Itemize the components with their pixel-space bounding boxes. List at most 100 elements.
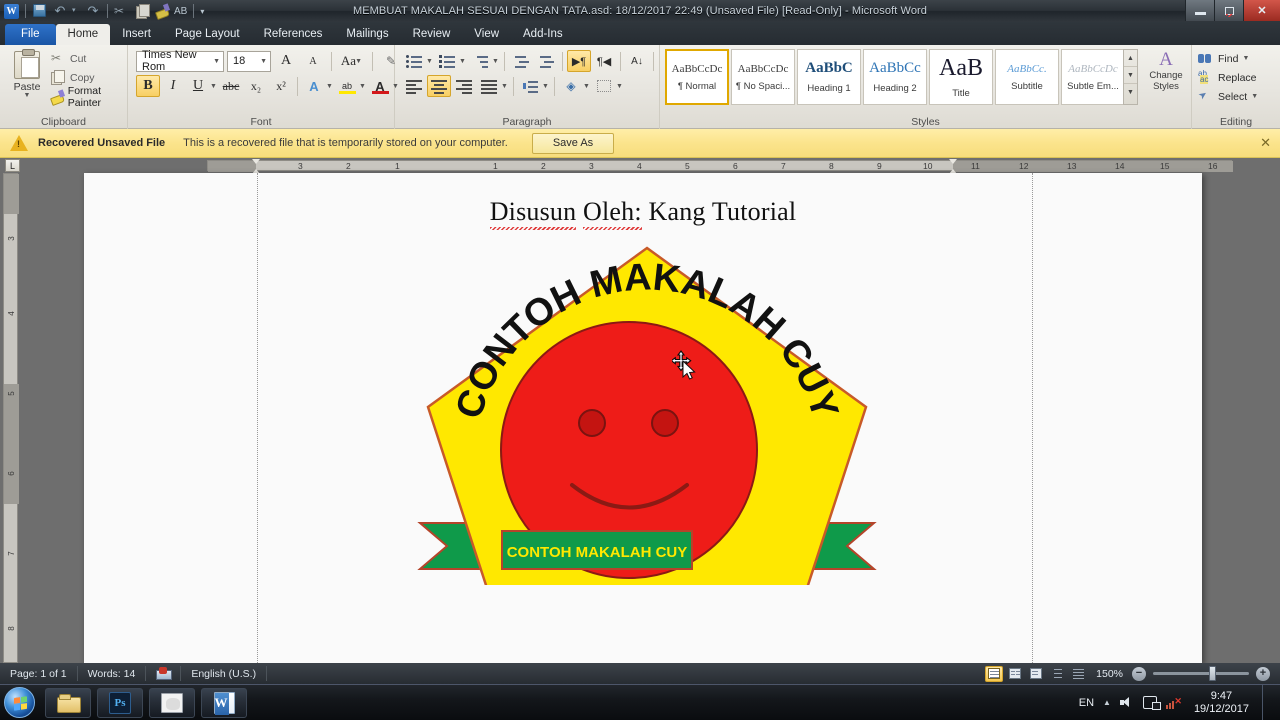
tab-add-ins[interactable]: Add-Ins	[511, 24, 575, 45]
ribbon-tabs[interactable]: File Home Insert Page Layout References …	[0, 22, 1280, 45]
left-indent-marker[interactable]	[252, 159, 261, 174]
decrease-indent-button[interactable]	[509, 50, 533, 72]
chevron-down-icon[interactable]: ▼	[491, 58, 500, 65]
tab-view[interactable]: View	[462, 24, 511, 45]
start-button[interactable]	[4, 687, 35, 718]
rtl-text-direction-button[interactable]: ¶◀	[592, 50, 616, 72]
zoom-in-button[interactable]: +	[1256, 666, 1270, 681]
close-button[interactable]: ✕	[1243, 0, 1280, 21]
web-layout-view-button[interactable]	[1027, 666, 1045, 682]
styles-more-icon[interactable]: ▼	[1124, 84, 1137, 101]
restore-button[interactable]	[1214, 0, 1243, 21]
styles-scroll-down-icon[interactable]: ▼	[1124, 67, 1137, 84]
chevron-down-icon[interactable]: ▼	[358, 83, 367, 90]
change-case-button[interactable]: Aa ▼	[338, 50, 366, 72]
highlight-button[interactable]: ab	[335, 75, 359, 97]
taskbar-item-photoshop[interactable]: Ps	[97, 687, 143, 718]
chevron-down-icon[interactable]: ▼	[582, 83, 591, 90]
increase-indent-button[interactable]	[534, 50, 558, 72]
style-title[interactable]: AaB Title	[929, 49, 993, 105]
numbering-button[interactable]	[435, 50, 459, 72]
line-spacing-button[interactable]	[518, 75, 542, 97]
ltr-text-direction-button[interactable]: ▶¶	[567, 50, 591, 72]
text-effects-button[interactable]: A	[302, 75, 326, 97]
find-button[interactable]: Find ▼	[1192, 49, 1258, 68]
style-subtitle[interactable]: AaBbCc. Subtitle	[995, 49, 1059, 105]
zoom-slider[interactable]	[1153, 666, 1249, 681]
font-color-button[interactable]: A	[368, 75, 392, 97]
status-proofing[interactable]	[146, 666, 182, 681]
tab-stop-selector[interactable]: L	[5, 159, 20, 172]
status-page[interactable]: Page: 1 of 1	[0, 666, 78, 681]
language-indicator[interactable]: EN	[1079, 697, 1094, 709]
change-styles-button[interactable]: A Change Styles	[1144, 49, 1188, 92]
style-no-spacing[interactable]: AaBbCcDc ¶ No Spaci...	[731, 49, 795, 105]
network-icon[interactable]	[1142, 696, 1161, 710]
vertical-ruler[interactable]: 3 4 5 6 7 8	[3, 173, 19, 663]
subscript-button[interactable]: x₂	[244, 75, 268, 97]
status-word-count[interactable]: Words: 14	[78, 666, 147, 681]
font-size-combo[interactable]: 18 ▼	[227, 50, 271, 72]
chevron-down-icon[interactable]: ▼	[207, 58, 220, 65]
shrink-font-button[interactable]: A	[301, 50, 325, 72]
chevron-down-icon[interactable]: ▼	[325, 83, 334, 90]
chevron-down-icon[interactable]: ▼	[354, 58, 363, 65]
tab-references[interactable]: References	[252, 24, 335, 45]
style-heading-1[interactable]: AaBbC Heading 1	[797, 49, 861, 105]
tab-home[interactable]: Home	[55, 24, 111, 45]
italic-button[interactable]: I	[161, 75, 185, 97]
sort-button[interactable]: A↓	[625, 50, 649, 72]
tab-insert[interactable]: Insert	[110, 24, 163, 45]
replace-button[interactable]: Replace	[1192, 68, 1258, 87]
style-subtle-emphasis[interactable]: AaBbCcDc Subtle Em...	[1061, 49, 1125, 105]
zoom-slider-thumb[interactable]	[1209, 666, 1216, 681]
show-hidden-icons-icon[interactable]: ▲	[1103, 698, 1111, 707]
minimize-button[interactable]	[1185, 0, 1214, 21]
close-message-bar-icon[interactable]: ✕	[1260, 135, 1271, 151]
tab-mailings[interactable]: Mailings	[334, 24, 400, 45]
tab-review[interactable]: Review	[401, 24, 463, 45]
zoom-level[interactable]: 150%	[1090, 668, 1129, 680]
style-heading-2[interactable]: AaBbCc Heading 2	[863, 49, 927, 105]
taskbar-item-media-app[interactable]	[149, 687, 195, 718]
chevron-down-icon[interactable]: ▼	[1251, 93, 1258, 100]
chevron-down-icon[interactable]: ▼	[458, 58, 467, 65]
logo-image-object[interactable]: CONTOH MAKALAH CUY CONTOH MAKALAH CUY	[417, 245, 877, 585]
chevron-down-icon[interactable]: ▼	[6, 92, 48, 99]
window-controls[interactable]: ✕	[1185, 0, 1280, 21]
underline-button[interactable]: U	[186, 75, 210, 97]
chevron-down-icon[interactable]: ▼	[209, 83, 218, 90]
outline-view-button[interactable]	[1048, 666, 1066, 682]
styles-gallery[interactable]: AaBbCcDc ¶ Normal AaBbCcDc ¶ No Spaci...…	[665, 49, 1125, 105]
justify-button[interactable]	[477, 75, 501, 97]
grow-font-button[interactable]: A	[274, 50, 298, 72]
print-layout-view-button[interactable]	[985, 665, 1004, 682]
ruler-scale[interactable]: 3 2 1 1 2 3 4 5 6 7 8 9 10 11 12 13 14 1…	[207, 159, 1233, 174]
chevron-down-icon[interactable]: ▼	[500, 83, 509, 90]
align-center-button[interactable]	[427, 75, 451, 97]
font-name-combo[interactable]: Times New Rom ▼	[136, 49, 224, 73]
chevron-down-icon[interactable]: ▼	[1242, 55, 1249, 62]
paste-button[interactable]: Paste ▼	[6, 49, 48, 99]
chevron-down-icon[interactable]: ▼	[541, 83, 550, 90]
styles-scroll-up-icon[interactable]: ▲	[1124, 50, 1137, 67]
strikethrough-button[interactable]: abc	[219, 75, 243, 97]
select-button[interactable]: Select ▼	[1192, 87, 1258, 106]
chevron-down-icon[interactable]: ▼	[425, 58, 434, 65]
tab-page-layout[interactable]: Page Layout	[163, 24, 252, 45]
clock[interactable]: 9:47 19/12/2017	[1190, 690, 1249, 716]
save-as-button[interactable]: Save As	[531, 132, 615, 154]
format-painter-button[interactable]: Format Painter	[50, 85, 127, 109]
document-page[interactable]: Disusun Oleh: Kang Tutorial CONTOH MAKAL…	[84, 173, 1202, 663]
volume-icon[interactable]	[1119, 696, 1134, 709]
show-desktop-button[interactable]	[1262, 684, 1274, 720]
status-language[interactable]: English (U.S.)	[181, 666, 268, 681]
cut-button[interactable]: Cut	[50, 49, 127, 68]
chevron-down-icon[interactable]: ▼	[615, 83, 624, 90]
style-normal[interactable]: AaBbCcDc ¶ Normal	[665, 49, 729, 105]
bold-button[interactable]: B	[136, 75, 160, 97]
taskbar-item-microsoft-word[interactable]: W	[201, 687, 247, 718]
horizontal-ruler[interactable]: L 3 2 1 1 2 3 4 5 6 7 8 9 10 11 12 13 14…	[0, 158, 1280, 174]
chevron-down-icon[interactable]: ▼	[254, 58, 267, 65]
borders-button[interactable]	[592, 75, 616, 97]
